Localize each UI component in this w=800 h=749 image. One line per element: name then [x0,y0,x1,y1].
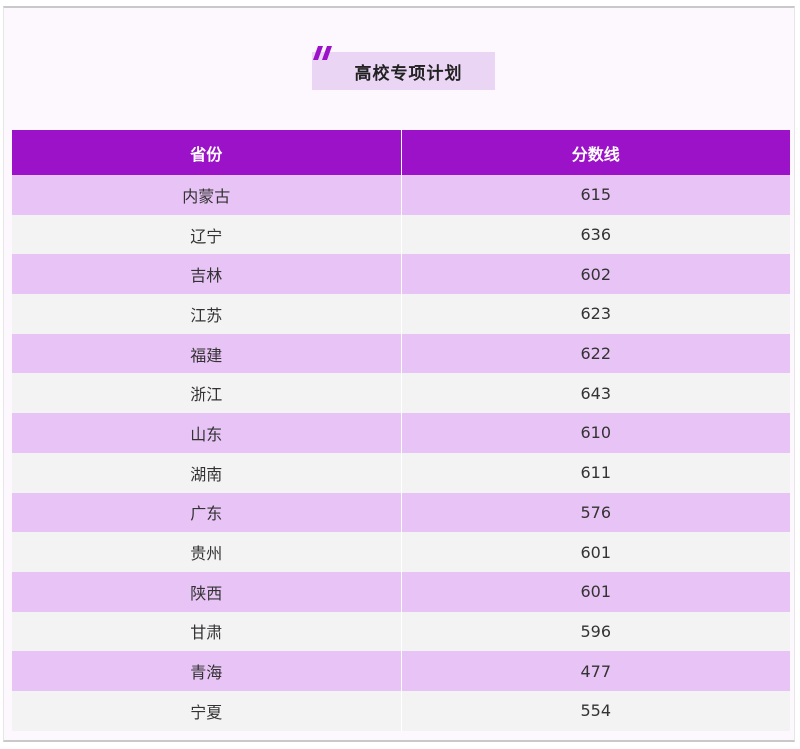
double-slash-icon [313,46,332,60]
table-row: 广东 576 [12,492,790,533]
province-cell: 甘肃 [12,611,401,652]
score-cell: 611 [400,452,790,493]
province-cell: 广东 [12,492,401,533]
table-row: 内蒙古 615 [12,175,790,215]
score-cell: 636 [400,214,790,255]
column-header-score: 分数线 [400,130,790,175]
table-row: 湖南 611 [12,452,790,493]
province-cell: 宁夏 [12,690,401,731]
column-header-province: 省份 [12,130,401,175]
table-body: 内蒙古 615 辽宁 636 吉林 602 江苏 623 福建 622 浙江 643 山东 610 湖南 61… [12,175,790,731]
province-cell: 辽宁 [12,214,401,255]
score-cell: 576 [400,492,790,533]
table-row: 浙江 643 [12,373,790,414]
score-cell: 477 [400,651,790,691]
score-cell: 602 [400,254,790,295]
score-cell: 610 [400,413,790,453]
table-row: 甘肃 596 [12,611,790,652]
table-header-row: 省份 分数线 [12,130,790,175]
score-cell: 622 [400,333,790,374]
table-row: 吉林 602 [12,254,790,295]
province-cell: 内蒙古 [12,175,401,215]
section-title-box: 高校专项计划 [312,52,495,90]
table-row: 贵州 601 [12,532,790,572]
table-row: 宁夏 554 [12,690,790,731]
table-row: 青海 477 [12,651,790,691]
province-cell: 江苏 [12,294,401,334]
score-table: 省份 分数线 内蒙古 615 辽宁 636 吉林 602 江苏 623 福建 622 浙江 643 山东… [12,130,790,731]
table-row: 山东 610 [12,413,790,453]
score-cell: 596 [400,611,790,652]
province-cell: 福建 [12,333,401,374]
score-cell: 623 [400,294,790,334]
table-row: 江苏 623 [12,294,790,334]
province-cell: 浙江 [12,373,401,414]
province-cell: 陕西 [12,571,401,612]
score-cell: 601 [400,532,790,572]
province-cell: 湖南 [12,452,401,493]
table-row: 陕西 601 [12,571,790,612]
article-frame: 高校专项计划 省份 分数线 内蒙古 615 辽宁 636 吉林 602 江苏 623 福建 622… [3,6,795,742]
score-cell: 601 [400,571,790,612]
table-row: 福建 622 [12,333,790,374]
province-cell: 山东 [12,413,401,453]
score-cell: 615 [400,175,790,215]
province-cell: 青海 [12,651,401,691]
province-cell: 吉林 [12,254,401,295]
score-cell: 554 [400,690,790,731]
table-row: 辽宁 636 [12,214,790,255]
score-cell: 643 [400,373,790,414]
province-cell: 贵州 [12,532,401,572]
